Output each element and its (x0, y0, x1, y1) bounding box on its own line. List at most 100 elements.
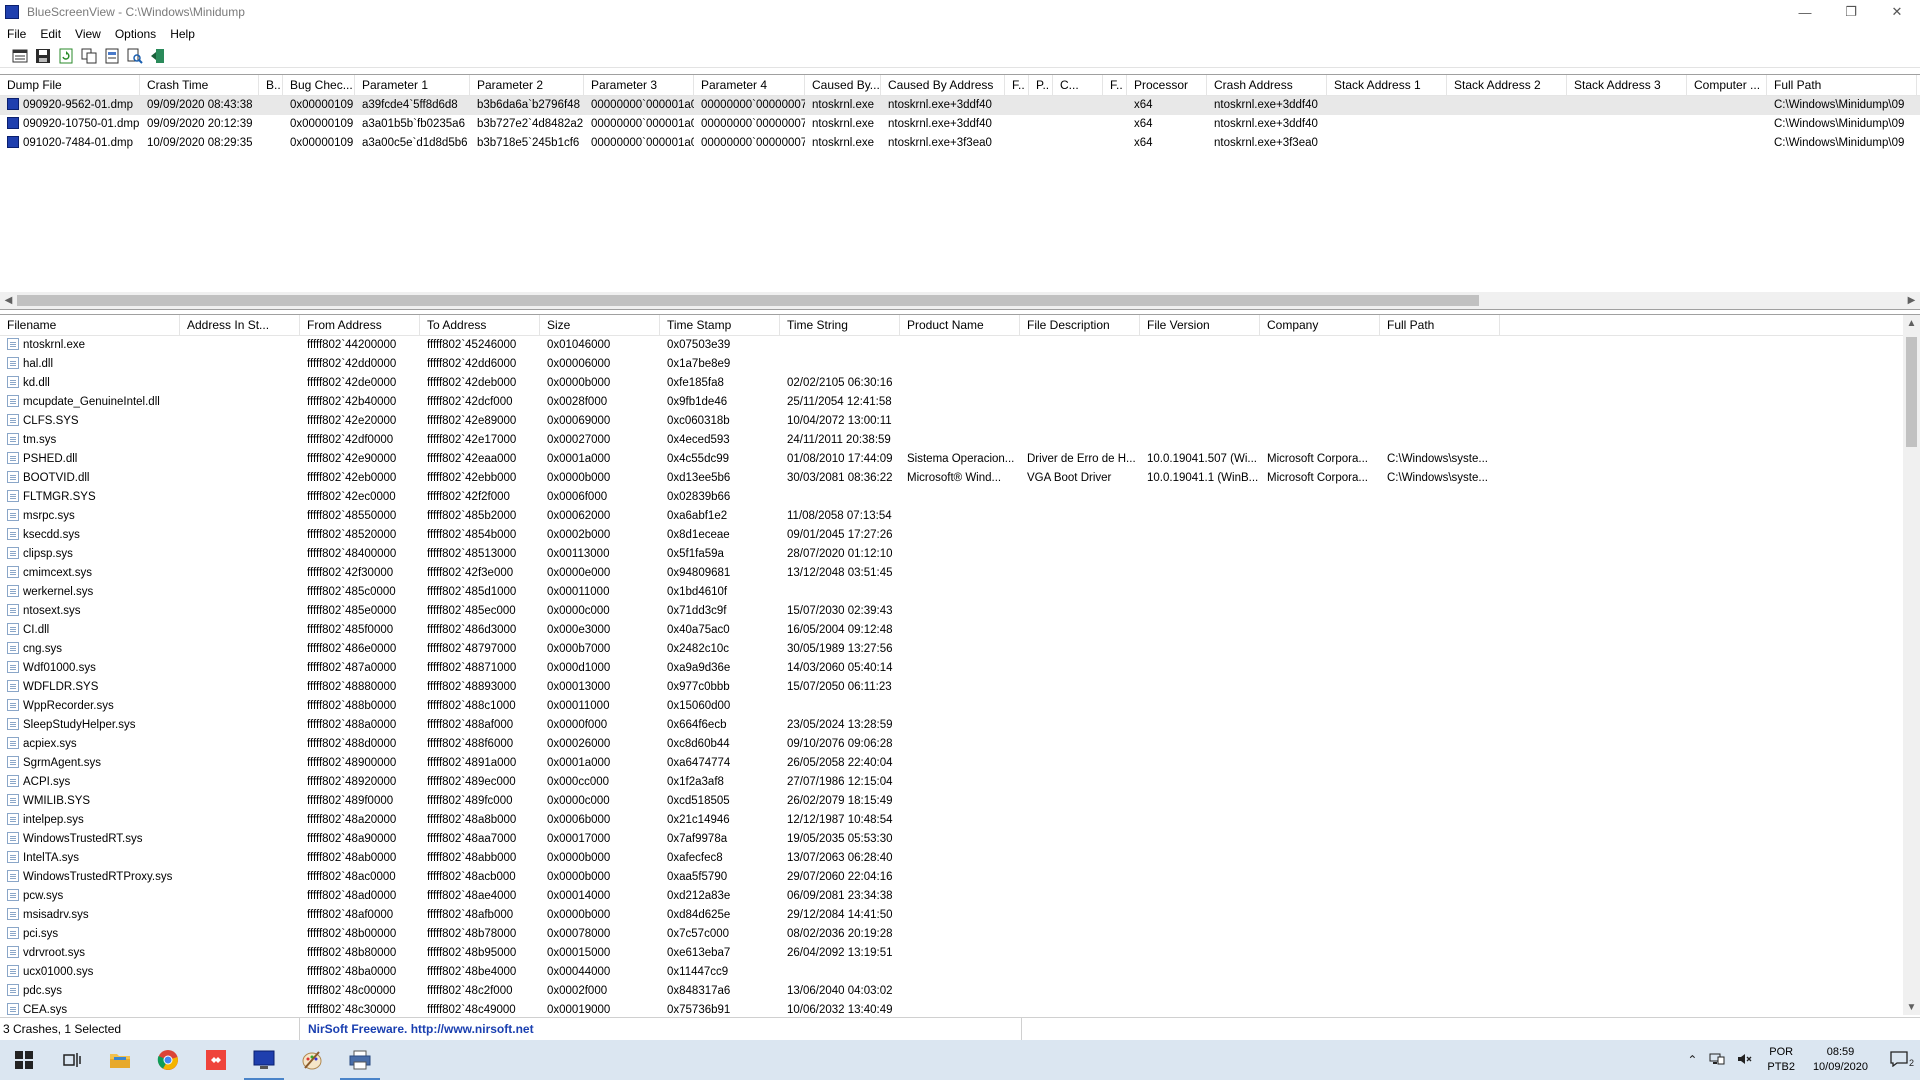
table-row[interactable]: mcupdate_GenuineIntel.dll fffff802`42b400… (0, 393, 1920, 412)
column-header-parameter-4[interactable]: Parameter 4 (694, 75, 805, 96)
network-icon[interactable] (1703, 1052, 1731, 1069)
column-header-crash-time[interactable]: Crash Time (140, 75, 259, 96)
column-header-processor[interactable]: Processor (1127, 75, 1207, 96)
table-row[interactable]: IntelTA.sys fffff802`48ab0000 fffff802`48a… (0, 849, 1920, 868)
table-row[interactable]: cng.sys fffff802`486e0000 fffff802`4879700… (0, 640, 1920, 659)
column-header-address-in-st[interactable]: Address In St... (180, 315, 300, 336)
column-header-parameter-3[interactable]: Parameter 3 (584, 75, 694, 96)
volume-muted-icon[interactable] (1731, 1052, 1759, 1069)
clock[interactable]: 08:59 10/09/2020 (1803, 1045, 1878, 1075)
table-row[interactable]: FLTMGR.SYS fffff802`42ec0000 fffff802`42f2… (0, 488, 1920, 507)
column-header-dump-file[interactable]: Dump File (0, 75, 140, 96)
table-row[interactable]: msrpc.sys fffff802`48550000 fffff802`485b2… (0, 507, 1920, 526)
table-row[interactable]: CI.dll fffff802`485f0000 fffff802`486d3000… (0, 621, 1920, 640)
copy-icon[interactable] (79, 46, 99, 66)
column-header-file-version[interactable]: File Version (1140, 315, 1260, 336)
save-icon[interactable] (33, 46, 53, 66)
column-header-stack-address-2[interactable]: Stack Address 2 (1447, 75, 1567, 96)
scroll-up-icon[interactable]: ▲ (1903, 315, 1920, 332)
scroll-left-icon[interactable]: ◀ (0, 295, 17, 306)
notifications-icon[interactable]: 2 (1878, 1050, 1920, 1070)
bluescreenview-icon[interactable] (240, 1040, 288, 1080)
column-header-stack-address-3[interactable]: Stack Address 3 (1567, 75, 1687, 96)
column-header-to-address[interactable]: To Address (420, 315, 540, 336)
properties-icon[interactable] (10, 46, 30, 66)
table-row[interactable]: cmimcext.sys fffff802`42f30000 fffff802`42… (0, 564, 1920, 583)
menu-help[interactable]: Help (163, 27, 202, 41)
table-row[interactable]: BOOTVID.dll fffff802`42eb0000 fffff802`42e… (0, 469, 1920, 488)
column-header-caused-by-address[interactable]: Caused By Address (881, 75, 1005, 96)
table-row[interactable]: 090920-9562-01.dmp 09/09/2020 08:43:38 0x0… (0, 96, 1920, 115)
paint-icon[interactable] (288, 1040, 336, 1080)
table-row[interactable]: WppRecorder.sys fffff802`488b0000 fffff802… (0, 697, 1920, 716)
table-row[interactable]: WindowsTrustedRTProxy.sys fffff802`48ac00… (0, 868, 1920, 887)
column-header-bug-chec[interactable]: Bug Chec... (283, 75, 355, 96)
find-icon[interactable] (125, 46, 145, 66)
table-row[interactable]: ntoskrnl.exe fffff802`44200000 fffff802`45… (0, 336, 1920, 355)
scroll-thumb[interactable] (1906, 337, 1917, 447)
table-row[interactable]: ksecdd.sys fffff802`48520000 fffff802`4854… (0, 526, 1920, 545)
column-header-caused-by[interactable]: Caused By... (805, 75, 881, 96)
column-header-time-string[interactable]: Time String (780, 315, 900, 336)
menu-edit[interactable]: Edit (33, 27, 68, 41)
table-row[interactable]: Wdf01000.sys fffff802`487a0000 fffff802`48… (0, 659, 1920, 678)
table-row[interactable]: pdc.sys fffff802`48c00000 fffff802`48c2f00… (0, 982, 1920, 1001)
column-header-full-path[interactable]: Full Path (1380, 315, 1500, 336)
exit-icon[interactable] (148, 46, 168, 66)
column-header-time-stamp[interactable]: Time Stamp (660, 315, 780, 336)
column-header-parameter-2[interactable]: Parameter 2 (470, 75, 584, 96)
table-row[interactable]: werkernel.sys fffff802`485c0000 fffff802`4… (0, 583, 1920, 602)
task-view-icon[interactable] (48, 1040, 96, 1080)
table-row[interactable]: pci.sys fffff802`48b00000 fffff802`48b7800… (0, 925, 1920, 944)
nirsoft-link[interactable]: NirSoft Freeware. http://www.nirsoft.net (300, 1017, 1022, 1040)
column-header-computer[interactable]: Computer ... (1687, 75, 1767, 96)
column-header-filename[interactable]: Filename (0, 315, 180, 336)
column-header-crash-address[interactable]: Crash Address (1207, 75, 1327, 96)
table-row[interactable]: WMILIB.SYS fffff802`489f0000 fffff802`489f… (0, 792, 1920, 811)
file-explorer-icon[interactable] (96, 1040, 144, 1080)
table-row[interactable]: ntosext.sys fffff802`485e0000 fffff802`485… (0, 602, 1920, 621)
column-header-company[interactable]: Company (1260, 315, 1380, 336)
table-row[interactable]: PSHED.dll fffff802`42e90000 fffff802`42eaa… (0, 450, 1920, 469)
driver-list-vscrollbar[interactable]: ▲ ▼ (1903, 315, 1920, 1015)
minimize-button[interactable]: — (1782, 0, 1828, 24)
menu-options[interactable]: Options (108, 27, 163, 41)
html-report-icon[interactable] (102, 46, 122, 66)
anydesk-icon[interactable] (192, 1040, 240, 1080)
chrome-icon[interactable] (144, 1040, 192, 1080)
column-header-b[interactable]: B.. (259, 75, 283, 96)
column-header-parameter-1[interactable]: Parameter 1 (355, 75, 470, 96)
show-hidden-icons-icon[interactable]: ⌃ (1681, 1053, 1703, 1067)
table-row[interactable]: tm.sys fffff802`42df0000 fffff802`42e17000… (0, 431, 1920, 450)
column-header-file-description[interactable]: File Description (1020, 315, 1140, 336)
input-language[interactable]: POR PTB2 (1759, 1045, 1803, 1075)
table-row[interactable]: SgrmAgent.sys fffff802`48900000 fffff802`4… (0, 754, 1920, 773)
column-header-f[interactable]: F.. (1103, 75, 1127, 96)
column-header-from-address[interactable]: From Address (300, 315, 420, 336)
close-button[interactable]: ✕ (1874, 0, 1920, 24)
column-header-f[interactable]: F.. (1005, 75, 1029, 96)
table-row[interactable]: 091020-7484-01.dmp 10/09/2020 08:29:35 0x0… (0, 134, 1920, 153)
table-row[interactable]: hal.dll fffff802`42dd0000 fffff802`42dd600… (0, 355, 1920, 374)
column-header-product-name[interactable]: Product Name (900, 315, 1020, 336)
restore-button[interactable]: ❐ (1828, 0, 1874, 24)
table-row[interactable]: ACPI.sys fffff802`48920000 fffff802`489ec0… (0, 773, 1920, 792)
table-row[interactable]: vdrvroot.sys fffff802`48b80000 fffff802`48… (0, 944, 1920, 963)
windows-start-icon[interactable] (0, 1040, 48, 1080)
scroll-track[interactable] (17, 292, 1903, 309)
table-row[interactable]: WDFLDR.SYS fffff802`48880000 fffff802`4889… (0, 678, 1920, 697)
table-row[interactable]: 090920-10750-01.dmp 09/09/2020 20:12:39 0x… (0, 115, 1920, 134)
table-row[interactable]: CLFS.SYS fffff802`42e20000 fffff802`42e890… (0, 412, 1920, 431)
scroll-right-icon[interactable]: ▶ (1903, 295, 1920, 306)
scroll-down-icon[interactable]: ▼ (1903, 999, 1920, 1015)
column-header-p[interactable]: P.. (1029, 75, 1053, 96)
table-row[interactable]: intelpep.sys fffff802`48a20000 fffff802`48… (0, 811, 1920, 830)
refresh-icon[interactable] (56, 46, 76, 66)
column-header-size[interactable]: Size (540, 315, 660, 336)
table-row[interactable]: msisadrv.sys fffff802`48af0000 fffff802`48… (0, 906, 1920, 925)
table-row[interactable]: CEA.sys fffff802`48c30000 fffff802`48c4900… (0, 1001, 1920, 1015)
print-app-icon[interactable] (336, 1040, 384, 1080)
column-header-stack-address-1[interactable]: Stack Address 1 (1327, 75, 1447, 96)
column-header-full-path[interactable]: Full Path (1767, 75, 1917, 96)
table-row[interactable]: SleepStudyHelper.sys fffff802`488a0000 fff… (0, 716, 1920, 735)
